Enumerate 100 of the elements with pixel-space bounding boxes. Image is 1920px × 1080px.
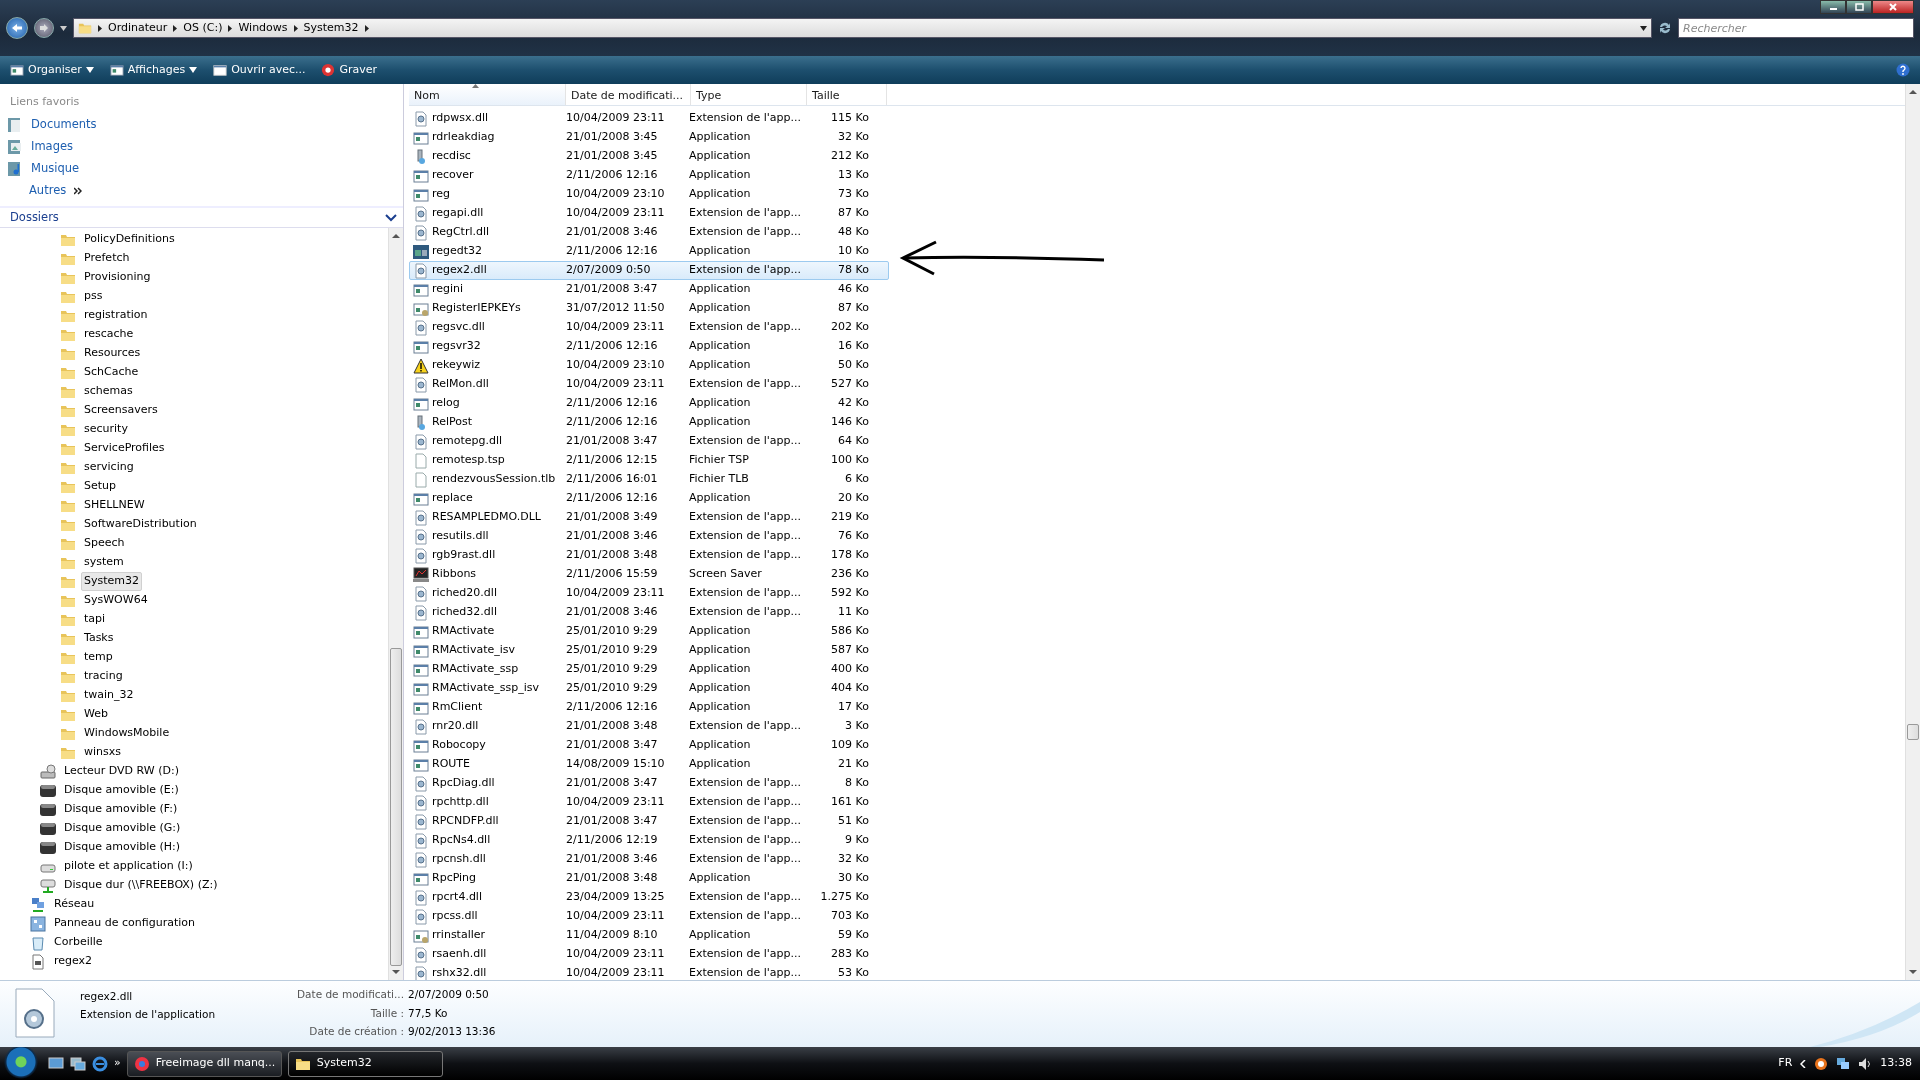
tree-item[interactable]: SoftwareDistribution [81,515,200,534]
file-row[interactable]: rnr20.dll 21/01/2008 3:48 Extension de l'app... 3 Ko [409,717,889,736]
tree-item[interactable]: system [81,553,127,572]
favorite-link[interactable]: Documents [0,114,403,136]
back-button[interactable] [6,17,28,39]
network-icon[interactable] [1836,1056,1851,1071]
file-row[interactable]: RelPost 2/11/2006 12:16 Application 146 Ko [409,413,889,432]
file-row[interactable]: rpcrt4.dll 23/04/2009 13:25 Extension de l'app... 1.275 Ko [409,888,889,907]
taskbar-button[interactable]: Freeimage dll manq... [126,1050,282,1077]
tree-item[interactable]: Tasks [81,629,117,648]
tree-item[interactable]: SHELLNEW [81,496,148,515]
file-row[interactable]: RMActivate_isv 25/01/2010 9:29 Application 587 Ko [409,641,889,660]
scrollbar[interactable] [388,228,403,980]
tree-item[interactable]: tapi [81,610,109,629]
tree-item[interactable]: SysWOW64 [81,591,151,610]
column-header[interactable]: Type [691,84,807,105]
search-field[interactable]: Rechercher [1678,18,1914,38]
column-header[interactable]: Taille [807,84,887,105]
address-bar[interactable]: Ordinateur OS (C:) Windows System32 [73,18,1652,38]
toolbar-button[interactable]: Affichages [105,59,202,81]
tree-item[interactable]: Disque amovible (G:) [61,819,184,838]
refresh-icon[interactable] [1658,21,1672,35]
file-row[interactable]: RpcDiag.dll 21/01/2008 3:47 Extension de l'app... 8 Ko [409,774,889,793]
breadcrumb-link[interactable]: Windows [238,19,288,37]
file-row[interactable]: rsaenh.dll 10/04/2009 23:11 Extension de l'app... 283 Ko [409,945,889,964]
file-row[interactable]: reg 10/04/2009 23:10 Application 73 Ko [409,185,889,204]
toolbar-button[interactable]: Organiser [6,59,98,81]
tree-item[interactable]: System32 [81,572,143,591]
tree-item[interactable]: rescache [81,325,137,344]
close-button[interactable] [1872,0,1914,14]
tree-item[interactable]: Corbeille [51,933,106,952]
chevron-left-icon[interactable] [1800,1059,1807,1068]
tree-item[interactable]: Disque amovible (E:) [61,781,182,800]
file-row[interactable]: RESAMPLEDMO.DLL 21/01/2008 3:49 Extension de l'app... 219 Ko [409,508,889,527]
tree-item[interactable]: Setup [81,477,120,496]
tree-item[interactable]: twain_32 [81,686,137,705]
tree-item[interactable]: Speech [81,534,128,553]
file-row[interactable]: RMActivate_ssp 25/01/2010 9:29 Application 400 Ko [409,660,889,679]
file-row[interactable]: RegCtrl.dll 21/01/2008 3:46 Extension de l'app... 48 Ko [409,223,889,242]
update-icon[interactable] [1814,1056,1829,1071]
quick-launch-button[interactable] [48,1055,64,1072]
file-row[interactable]: rpcnsh.dll 21/01/2008 3:46 Extension de l'app... 32 Ko [409,850,889,869]
file-row[interactable]: regedt32 2/11/2006 12:16 Application 10 Ko [409,242,889,261]
quick-launch-button[interactable] [92,1055,108,1072]
file-row[interactable]: regsvc.dll 10/04/2009 23:11 Extension de l'app... 202 Ko [409,318,889,337]
file-row[interactable]: rdrleakdiag 21/01/2008 3:45 Application 32 Ko [409,128,889,147]
file-row[interactable]: regsvr32 2/11/2006 12:16 Application 16 Ko [409,337,889,356]
tree-item[interactable]: SchCache [81,363,142,382]
file-row[interactable]: RMActivate 25/01/2010 9:29 Application 586 Ko [409,622,889,641]
file-row[interactable]: RelMon.dll 10/04/2009 23:11 Extension de l'app... 527 Ko [409,375,889,394]
taskbar-button[interactable]: System32 [287,1050,443,1077]
file-row[interactable]: recover 2/11/2006 12:16 Application 13 Ko [409,166,889,185]
clock[interactable]: 13:38 [1880,1055,1912,1072]
tree-item[interactable]: winsxs [81,743,124,762]
tree-item[interactable]: Web [81,705,111,724]
file-row[interactable]: remotepg.dll 21/01/2008 3:47 Extension de l'app... 64 Ko [409,432,889,451]
tree-item[interactable]: temp [81,648,116,667]
dropdown-caret-icon[interactable] [1640,25,1647,31]
file-row[interactable]: riched20.dll 10/04/2009 23:11 Extension de l'app... 592 Ko [409,584,889,603]
tree-item[interactable]: Resources [81,344,144,363]
breadcrumb-link[interactable]: System32 [303,19,359,37]
file-row[interactable]: rdpwsx.dll 10/04/2009 23:11 Extension de l'app... 115 Ko [409,109,889,128]
file-row[interactable]: RPCNDFP.dll 21/01/2008 3:47 Extension de l'app... 51 Ko [409,812,889,831]
file-row[interactable]: rendezvousSession.tlb 2/11/2006 16:01 Fichier TLB 6 Ko [409,470,889,489]
tree-item[interactable]: pss [81,287,106,306]
file-row[interactable]: remotesp.tsp 2/11/2006 12:15 Fichier TSP 100 Ko [409,451,889,470]
file-row[interactable]: RegisterIEPKEYs 31/07/2012 11:50 Application 87 Ko [409,299,889,318]
file-row[interactable]: rpchttp.dll 10/04/2009 23:11 Extension de l'app... 161 Ko [409,793,889,812]
forward-button[interactable] [34,18,54,38]
file-row[interactable]: riched32.dll 21/01/2008 3:46 Extension de l'app... 11 Ko [409,603,889,622]
overflow-chevron[interactable]: » [114,1055,121,1072]
tree-item[interactable]: regex2 [51,952,96,971]
tree-item[interactable]: tracing [81,667,126,686]
file-row[interactable]: Robocopy 21/01/2008 3:47 Application 109 Ko [409,736,889,755]
file-row[interactable]: rgb9rast.dll 21/01/2008 3:48 Extension de l'app... 178 Ko [409,546,889,565]
column-header[interactable]: Nom [409,84,566,105]
chevron-down-icon[interactable] [385,213,397,222]
tree-item[interactable]: Prefetch [81,249,133,268]
tree-item[interactable]: servicing [81,458,137,477]
file-row[interactable]: rekeywiz 10/04/2009 23:10 Application 50 Ko [409,356,889,375]
tree-item[interactable]: PolicyDefinitions [81,230,178,249]
file-row[interactable]: resutils.dll 21/01/2008 3:46 Extension de l'app... 76 Ko [409,527,889,546]
tree-item[interactable]: Disque amovible (H:) [61,838,184,857]
column-header[interactable]: Date de modificati... [566,84,691,105]
file-row[interactable]: ROUTE 14/08/2009 15:10 Application 21 Ko [409,755,889,774]
breadcrumb-link[interactable]: OS (C:) [183,19,223,37]
file-row[interactable]: replace 2/11/2006 12:16 Application 20 Ko [409,489,889,508]
speaker-icon[interactable] [1858,1056,1873,1071]
file-row[interactable]: regapi.dll 10/04/2009 23:11 Extension de l'app... 87 Ko [409,204,889,223]
tree-item[interactable]: WindowsMobile [81,724,173,743]
file-row[interactable]: rrinstaller 11/04/2009 8:10 Application 59 Ko [409,926,889,945]
file-row[interactable]: RpcNs4.dll 2/11/2006 12:19 Extension de l'app... 9 Ko [409,831,889,850]
toolbar-button[interactable]: Graver [317,59,382,81]
tree-item[interactable]: registration [81,306,151,325]
favorite-link[interactable]: Images [0,136,403,158]
tree-item[interactable]: Réseau [51,895,98,914]
file-row[interactable]: RMActivate_ssp_isv 25/01/2010 9:29 Application 404 Ko [409,679,889,698]
breadcrumb-link[interactable]: Ordinateur [108,19,168,37]
scrollbar[interactable] [1905,84,1920,980]
tree-item[interactable]: Lecteur DVD RW (D:) [61,762,182,781]
